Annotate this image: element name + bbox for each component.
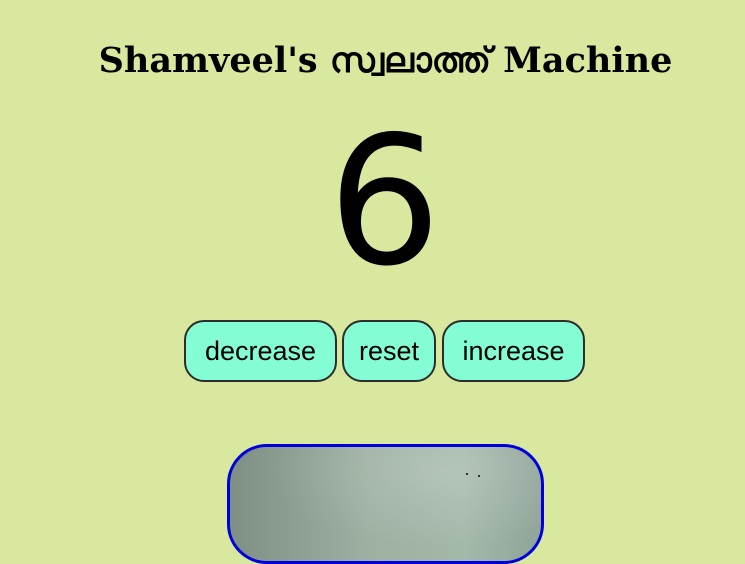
photo-detail: [478, 475, 480, 477]
photo-detail: [466, 473, 468, 475]
counter-display: 6: [327, 98, 442, 305]
photo-shading: [230, 447, 541, 561]
rounded-photo: [227, 444, 544, 564]
reset-button[interactable]: reset: [342, 320, 436, 382]
page-title: Shamveel's സ്വലാത്ത് Machine: [98, 40, 673, 82]
increase-button[interactable]: increase: [442, 320, 585, 382]
decrease-button[interactable]: decrease: [184, 320, 337, 382]
